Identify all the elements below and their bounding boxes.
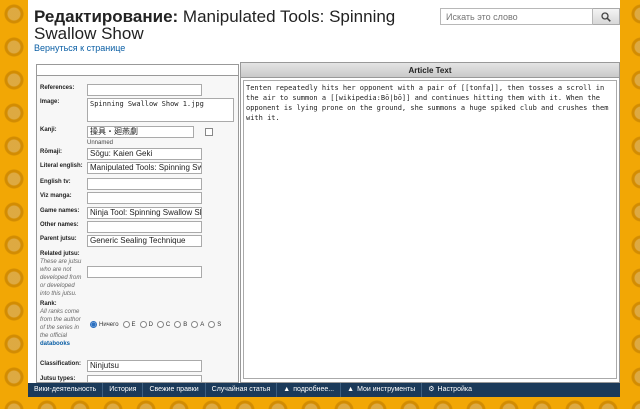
jutsu-types-label: Jutsu types: — [40, 376, 76, 382]
article-text-header: Article Text — [241, 63, 619, 78]
related-jutsu-label: Related jutsu: These are jutsu who are n… — [40, 250, 86, 298]
footer-customize-label: Настройка — [437, 386, 472, 393]
databooks-link[interactable]: databooks — [40, 341, 70, 347]
page-title: Редактирование: Manipulated Tools: Spinn… — [34, 8, 434, 42]
rank-note-text: All ranks come from the author of the se… — [40, 309, 81, 339]
search-box — [440, 8, 620, 25]
viz-manga-label: Viz manga: — [40, 193, 72, 199]
footer-recent-changes[interactable]: Свежие правки — [143, 383, 206, 397]
rank-option[interactable]: C — [156, 321, 171, 328]
kanji-sub-label: Unnamed — [87, 140, 114, 146]
romaji-label: Rōmaji: — [40, 149, 63, 155]
rank-note: All ranks come from the author of the se… — [40, 308, 86, 348]
references-field[interactable] — [87, 84, 202, 96]
other-names-field[interactable] — [87, 221, 202, 233]
search-icon — [601, 11, 611, 22]
kanji-label: Kanji: — [40, 127, 57, 133]
footer-wiki-activity[interactable]: Вики-деятельность — [28, 383, 104, 397]
rank-label: Rank: All ranks come from the author of … — [40, 300, 86, 348]
image-field[interactable]: Spinning Swallow Show 1.jpg — [87, 98, 234, 122]
radio-button[interactable] — [208, 321, 216, 328]
rank-radio-group: Ничего E D C B A S — [90, 321, 230, 331]
footer-more[interactable]: ▲ подробнее... — [277, 383, 342, 397]
jutsu-types-field[interactable] — [87, 375, 202, 382]
rank-option[interactable]: Ничего — [90, 321, 119, 328]
search-input[interactable] — [440, 8, 593, 25]
arrow-up-icon: ▲ — [283, 386, 291, 393]
footer-my-tools[interactable]: ▲ Мои инструменты — [341, 383, 423, 397]
footer-random-page[interactable]: Случайная статья — [206, 383, 278, 397]
english-tv-label: English tv: — [40, 179, 71, 185]
article-text-editor[interactable]: Tenten repeatedly hits her opponent with… — [243, 80, 617, 379]
english-tv-field[interactable] — [87, 178, 202, 190]
romaji-field[interactable]: Sōgu: Kaien Geki — [87, 148, 202, 160]
classification-field[interactable]: Ninjutsu — [87, 360, 202, 372]
footer-my-tools-label: Мои инструменты — [357, 386, 416, 393]
form-toolbar — [36, 64, 239, 76]
parent-jutsu-field[interactable]: Generic Sealing Technique — [87, 235, 202, 247]
image-label: Image: — [40, 99, 60, 105]
footer-toolbar: Вики-деятельность История Свежие правки … — [28, 383, 620, 397]
radio-button[interactable] — [122, 321, 130, 328]
radio-button[interactable] — [191, 321, 199, 328]
rank-option-label: B — [183, 321, 188, 328]
rank-option-label: E — [131, 321, 136, 328]
references-label: References: — [40, 85, 75, 91]
footer-more-label: подробнее... — [293, 386, 335, 393]
related-jutsu-field[interactable] — [87, 266, 202, 278]
rank-option[interactable]: S — [208, 321, 221, 328]
footer-history[interactable]: История — [103, 383, 144, 397]
rank-option[interactable]: A — [191, 321, 204, 328]
rank-option-label: S — [217, 321, 222, 328]
back-to-page-link[interactable]: Вернуться к странице — [34, 43, 125, 53]
footer-history-label: История — [109, 386, 137, 393]
radio-button[interactable] — [156, 321, 164, 328]
search-button[interactable] — [593, 8, 620, 25]
rank-option-label: D — [148, 321, 153, 328]
rank-option-label: Ничего — [99, 321, 119, 328]
radio-button[interactable] — [90, 321, 97, 328]
literal-english-label: Literal english: — [40, 163, 83, 169]
rank-option-label: C — [165, 321, 171, 328]
footer-random-page-label: Случайная статья — [211, 386, 271, 393]
related-jutsu-note: These are jutsu who are not developed fr… — [40, 259, 82, 297]
related-jutsu-title: Related jutsu: — [40, 251, 80, 257]
radio-button[interactable] — [174, 321, 182, 328]
game-names-label: Game names: — [40, 208, 80, 214]
infobox-form-panel: References: Image: Spinning Swallow Show… — [36, 64, 239, 383]
game-names-field[interactable]: Ninja Tool: Spinning Swallow Sh — [87, 207, 202, 219]
parent-jutsu-label: Parent jutsu: — [40, 236, 77, 242]
footer-recent-changes-label: Свежие правки — [149, 386, 199, 393]
footer-wiki-activity-label: Вики-деятельность — [34, 386, 97, 393]
rank-option[interactable]: B — [174, 321, 187, 328]
other-names-label: Other names: — [40, 222, 79, 228]
literal-english-field[interactable]: Manipulated Tools: Spinning Sw — [87, 162, 202, 174]
arrow-up-icon: ▲ — [347, 386, 355, 393]
kanji-checkbox[interactable] — [205, 128, 213, 136]
rank-option-label: A — [200, 321, 205, 328]
rank-title: Rank: — [40, 301, 57, 307]
article-text-panel: Article Text Tenten repeatedly hits her … — [240, 62, 620, 383]
kanji-field[interactable]: 操具・廻燕劇 — [87, 126, 194, 138]
footer-customize[interactable]: ⚙ Настройка — [422, 383, 478, 397]
radio-button[interactable] — [139, 321, 147, 328]
gear-icon: ⚙ — [428, 386, 435, 393]
rank-option[interactable]: D — [139, 321, 153, 328]
rank-option[interactable]: E — [122, 321, 136, 328]
viz-manga-field[interactable] — [87, 192, 202, 204]
classification-label: Classification: — [40, 361, 82, 367]
